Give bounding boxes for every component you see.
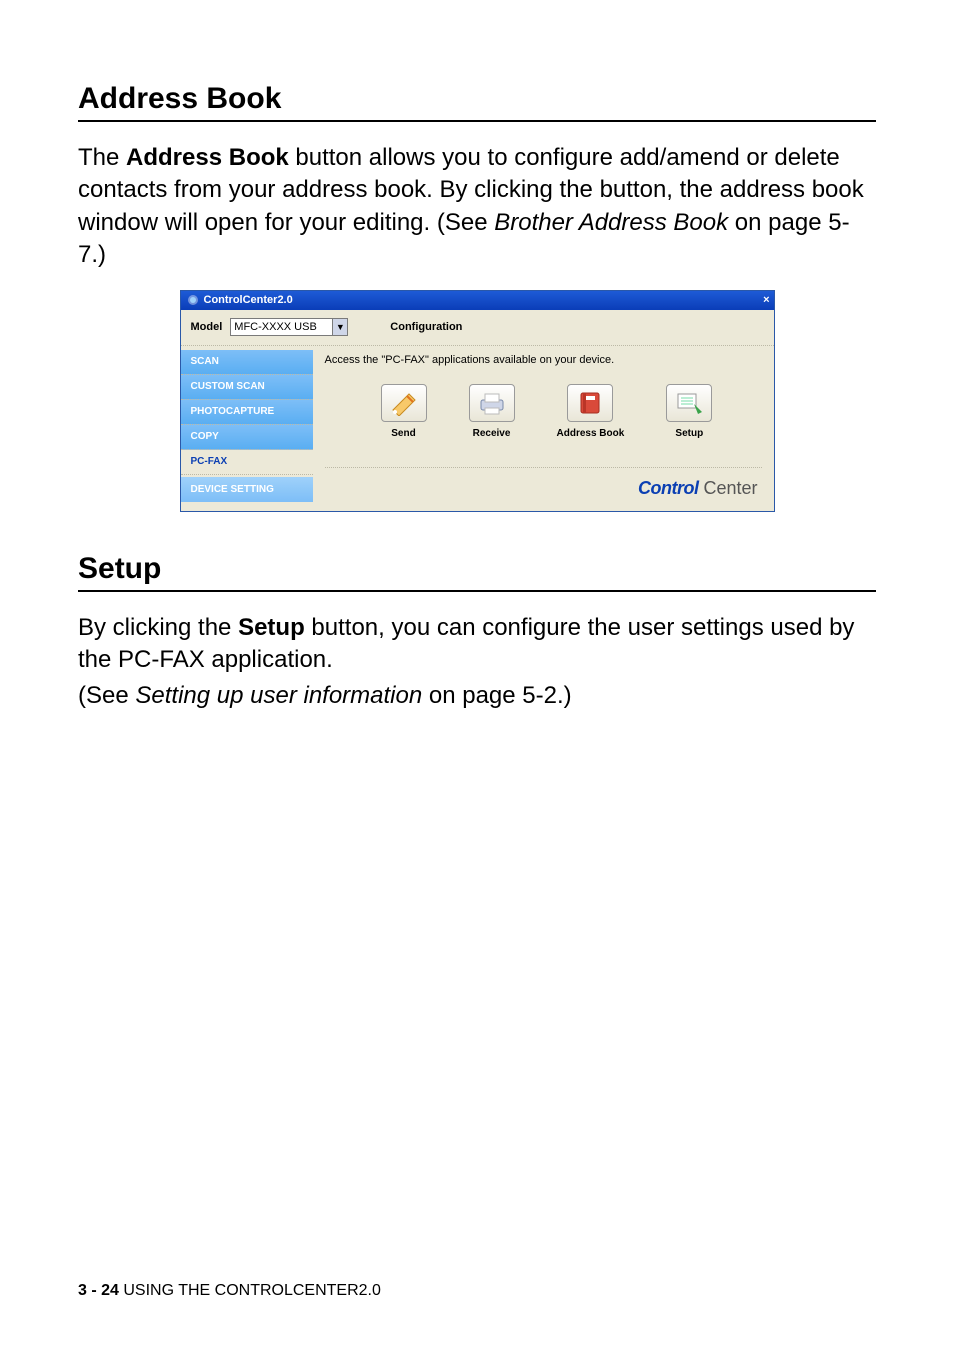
model-value: MFC-XXXX USB: [234, 321, 317, 333]
configuration-button[interactable]: Configuration: [390, 321, 462, 333]
logo: Control Center: [325, 467, 762, 507]
logo-control: Control: [638, 478, 698, 498]
page-number: 3 - 24: [78, 1282, 119, 1299]
address-book-icon: [575, 390, 605, 416]
bold-text: Setup: [238, 614, 305, 641]
divider: [78, 590, 876, 592]
text: on page 5-2.): [422, 682, 571, 709]
titlebar: ControlCenter2.0 ×: [181, 291, 774, 310]
bold-text: Address Book: [126, 144, 289, 171]
send-icon: [389, 390, 419, 416]
section-heading-address-book: Address Book: [78, 82, 876, 116]
text: (See: [78, 682, 135, 709]
receive-icon: [477, 390, 507, 416]
application-window: ControlCenter2.0 × Model MFC-XXXX USB ▼ …: [180, 290, 775, 512]
logo-center: Center: [698, 478, 757, 498]
sidebar-item-copy[interactable]: COPY: [181, 425, 313, 450]
page-footer: 3 - 24 USING THE CONTROLCENTER2.0: [78, 1282, 381, 1300]
address-book-label: Address Book: [557, 428, 625, 439]
receive-button[interactable]: [469, 384, 515, 422]
screenshot-container: ControlCenter2.0 × Model MFC-XXXX USB ▼ …: [78, 290, 876, 512]
send-label: Send: [391, 428, 415, 439]
sidebar-item-scan[interactable]: SCAN: [181, 350, 313, 375]
text: The: [78, 144, 126, 171]
app-icon: [187, 294, 199, 306]
sidebar-item-device-setting[interactable]: DEVICE SETTING: [181, 477, 313, 502]
close-icon[interactable]: ×: [763, 294, 769, 306]
section1-paragraph: The Address Book button allows you to co…: [78, 142, 876, 272]
section-heading-setup: Setup: [78, 552, 876, 586]
window-title: ControlCenter2.0: [204, 294, 764, 306]
italic-text: Setting up user information: [135, 682, 422, 709]
send-button[interactable]: [381, 384, 427, 422]
footer-text: USING THE CONTROLCENTER2.0: [123, 1282, 381, 1299]
section2-paragraph-1: By clicking the Setup button, you can co…: [78, 612, 876, 677]
sidebar-item-photocapture[interactable]: PHOTOCAPTURE: [181, 400, 313, 425]
model-label: Model: [191, 321, 223, 333]
setup-label: Setup: [675, 428, 703, 439]
window-body: SCAN CUSTOM SCAN PHOTOCAPTURE COPY PC-FA…: [181, 346, 774, 511]
sidebar-item-pcfax[interactable]: PC-FAX: [181, 450, 313, 475]
button-row: Send Receive: [325, 378, 762, 441]
toolbar: Model MFC-XXXX USB ▼ Configuration: [181, 310, 774, 346]
divider: [78, 120, 876, 122]
sidebar: SCAN CUSTOM SCAN PHOTOCAPTURE COPY PC-FA…: [181, 346, 313, 511]
content-area: Access the "PC-FAX" applications availab…: [313, 346, 774, 511]
section2-paragraph-2: (See Setting up user information on page…: [78, 680, 876, 712]
italic-text: Brother Address Book: [494, 209, 728, 236]
sidebar-item-custom-scan[interactable]: CUSTOM SCAN: [181, 375, 313, 400]
description-text: Access the "PC-FAX" applications availab…: [325, 354, 762, 378]
chevron-down-icon[interactable]: ▼: [332, 319, 347, 335]
model-dropdown[interactable]: MFC-XXXX USB ▼: [230, 318, 348, 336]
setup-button[interactable]: [666, 384, 712, 422]
setup-icon: [674, 390, 704, 416]
receive-label: Receive: [473, 428, 511, 439]
address-book-button[interactable]: [567, 384, 613, 422]
text: By clicking the: [78, 614, 238, 641]
